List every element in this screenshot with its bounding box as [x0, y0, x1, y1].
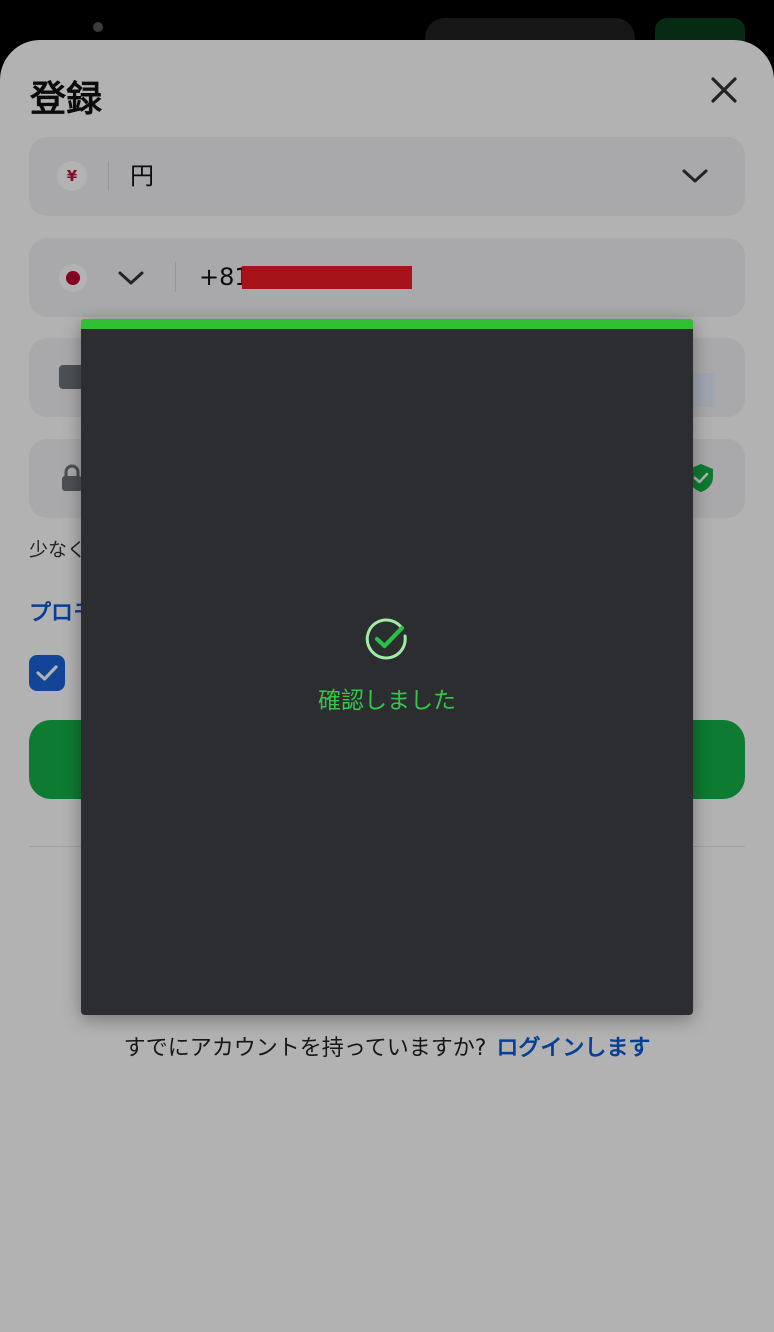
check-circle-icon	[365, 618, 407, 660]
verification-message: 確認しました	[318, 688, 456, 714]
modal-accent-bar	[81, 319, 693, 329]
verification-modal: 確認しました	[81, 319, 693, 1015]
